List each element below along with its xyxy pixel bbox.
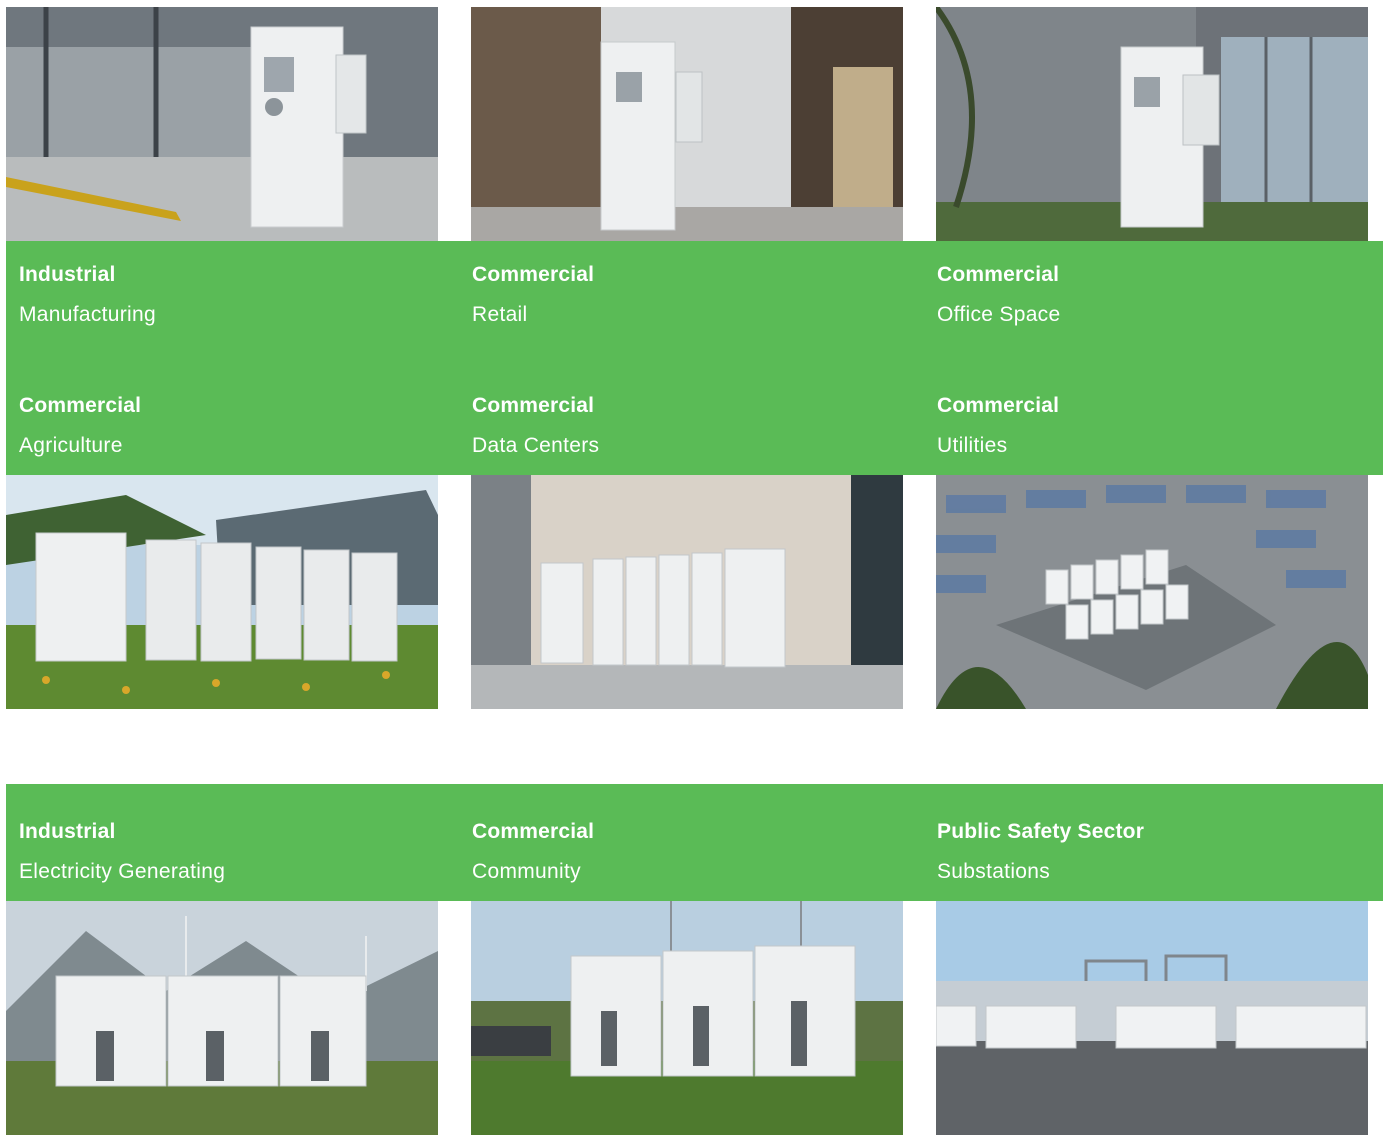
tile-data-centers[interactable]: Commercial Data Centers [472,393,599,459]
tile-name: Utilities [937,434,1008,457]
tile-name: Manufacturing [19,303,156,326]
tile-electricity-generating[interactable]: Industrial Electricity Generating [19,819,225,885]
tile-substations[interactable]: Public Safety Sector Substations [937,819,1144,885]
data-centers-photo[interactable] [471,475,903,709]
tile-category: Industrial [19,820,116,843]
tile-category: Public Safety Sector [937,820,1145,843]
category-band-upper [6,241,1383,475]
tile-name: Electricity Generating [19,860,226,883]
tile-community[interactable]: Commercial Community [472,819,594,885]
tile-agriculture[interactable]: Commercial Agriculture [19,393,141,459]
community-photo[interactable] [471,901,903,1135]
tile-name: Community [472,860,581,883]
tile-category: Commercial [472,394,595,417]
retail-photo[interactable] [471,7,903,241]
tile-name: Substations [937,860,1051,883]
tile-category: Commercial [472,263,595,286]
tile-name: Data Centers [472,434,600,457]
tile-utilities[interactable]: Commercial Utilities [937,393,1059,459]
manufacturing-photo[interactable] [6,7,438,241]
electricity-generating-photo[interactable] [6,901,438,1135]
tile-retail[interactable]: Commercial Retail [472,262,594,328]
tile-manufacturing[interactable]: Industrial Manufacturing [19,262,156,328]
tile-category: Commercial [472,820,595,843]
substations-photo[interactable] [936,901,1368,1135]
tile-name: Agriculture [19,434,123,457]
tile-category: Commercial [937,394,1060,417]
tile-name: Office Space [937,303,1061,326]
tile-category: Commercial [937,263,1060,286]
tile-category: Industrial [19,263,116,286]
tile-name: Retail [472,303,528,326]
utilities-photo[interactable] [936,475,1368,709]
agriculture-photo[interactable] [6,475,438,709]
office-space-photo[interactable] [936,7,1368,241]
tile-office-space[interactable]: Commercial Office Space [937,262,1060,328]
tile-category: Commercial [19,394,142,417]
